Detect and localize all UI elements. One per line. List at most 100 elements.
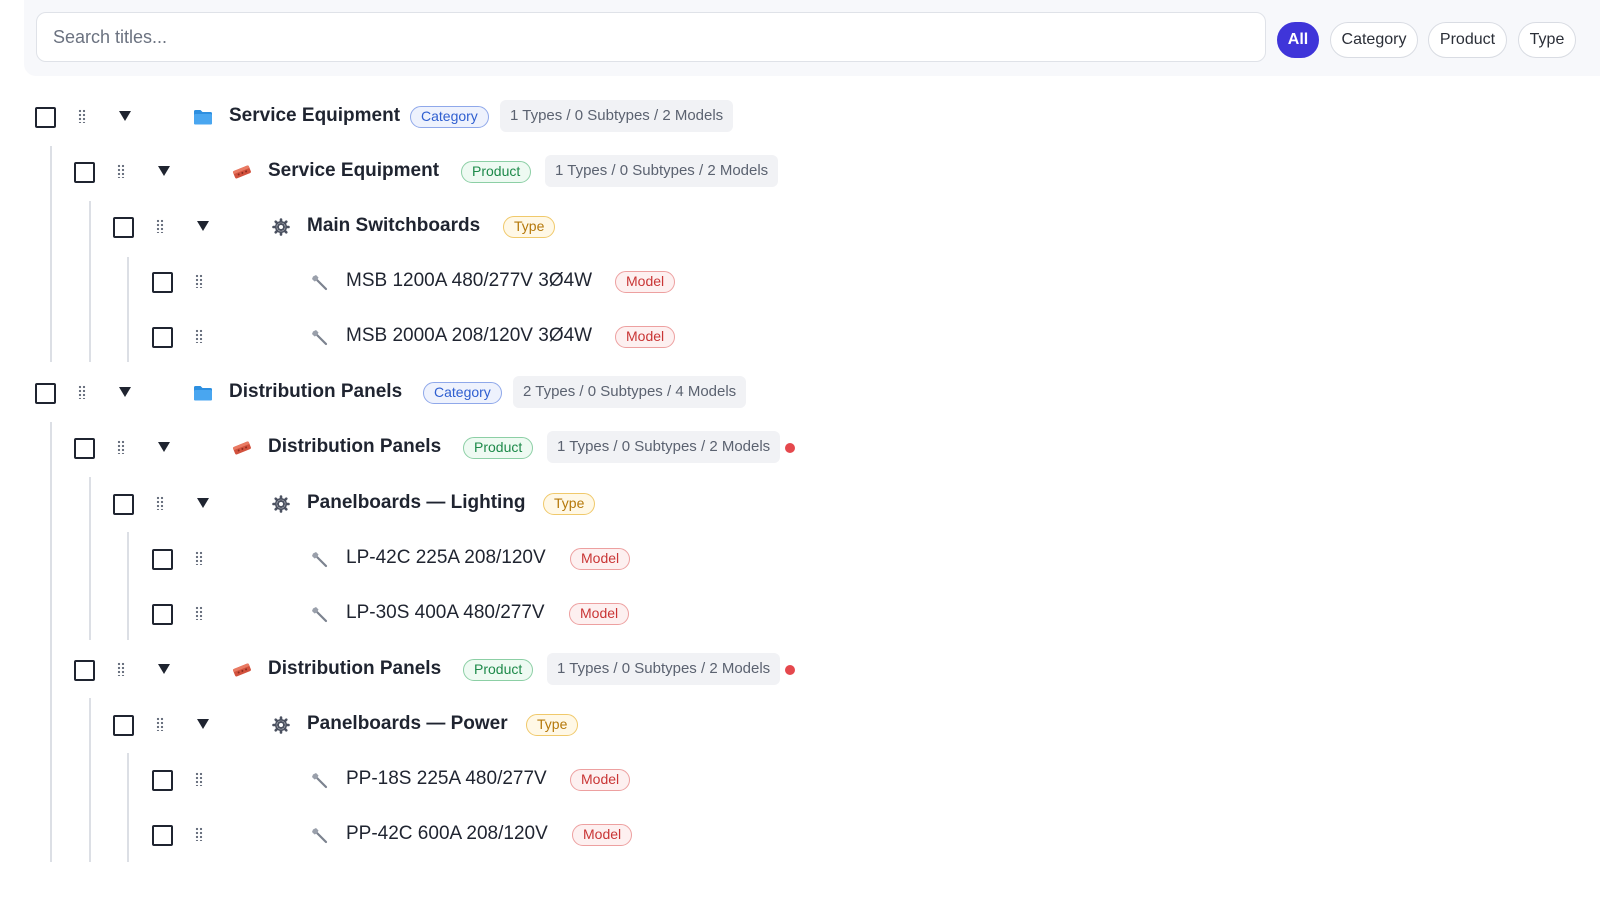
expand-toggle-icon[interactable] — [197, 719, 209, 729]
tree-row-product[interactable]: Distribution Panels Product 1 Types / 0 Su… — [0, 428, 1600, 468]
brick-icon — [232, 441, 251, 455]
search-input[interactable] — [36, 12, 1266, 62]
drag-handle-icon[interactable] — [195, 772, 203, 786]
row-checkbox[interactable] — [74, 438, 95, 459]
row-checkbox[interactable] — [113, 217, 134, 238]
filter-type-button[interactable]: Type — [1518, 22, 1576, 58]
row-checkbox[interactable] — [74, 660, 95, 681]
tree-row-model[interactable]: PP-42C 600A 208/120V Model — [0, 815, 1600, 855]
expand-toggle-icon[interactable] — [158, 166, 170, 176]
tree-guide-line — [127, 257, 129, 362]
expand-toggle-icon[interactable] — [158, 442, 170, 452]
model-badge: Model — [569, 603, 630, 625]
row-title: Panelboards — Lighting — [307, 492, 526, 513]
drag-handle-icon[interactable] — [195, 606, 203, 620]
wrench-icon — [312, 773, 328, 789]
filter-all-button[interactable]: All — [1277, 22, 1319, 58]
counts-summary: 2 Types / 0 Subtypes / 4 Models — [513, 376, 747, 408]
gear-icon — [272, 716, 290, 734]
row-checkbox[interactable] — [152, 770, 173, 791]
model-badge: Model — [572, 824, 633, 846]
counts-summary: 1 Types / 0 Subtypes / 2 Models — [547, 653, 781, 685]
product-badge: Product — [463, 659, 534, 681]
row-checkbox[interactable] — [74, 162, 95, 183]
row-title: Distribution Panels — [268, 658, 442, 679]
tree-row-product[interactable]: Service Equipment Product 1 Types / 0 Subt… — [0, 152, 1600, 192]
tree-row-model[interactable]: LP-42C 225A 208/120V Model — [0, 539, 1600, 579]
brick-icon — [232, 663, 251, 677]
tree-guide-line — [50, 422, 52, 862]
drag-handle-icon[interactable] — [195, 827, 203, 841]
row-title: Distribution Panels — [268, 436, 442, 457]
category-badge: Category — [423, 382, 502, 404]
drag-handle-icon[interactable] — [78, 385, 86, 399]
product-badge: Product — [461, 161, 532, 183]
drag-handle-icon[interactable] — [78, 109, 86, 123]
row-title: MSB 2000A 208/120V 3Ø4W — [346, 325, 593, 346]
expand-toggle-icon[interactable] — [197, 221, 209, 231]
tree-row-model[interactable]: MSB 1200A 480/277V 3Ø4W Model — [0, 262, 1600, 302]
tree-guide-line — [89, 698, 91, 862]
row-checkbox[interactable] — [152, 327, 173, 348]
drag-handle-icon[interactable] — [117, 440, 125, 454]
row-checkbox[interactable] — [152, 604, 173, 625]
brick-icon — [232, 165, 251, 179]
tree-row-type[interactable]: Panelboards — Power Type — [0, 705, 1600, 745]
folder-icon — [194, 110, 212, 125]
row-checkbox[interactable] — [113, 494, 134, 515]
status-dot — [785, 443, 795, 453]
status-dot — [785, 665, 795, 675]
model-badge: Model — [615, 271, 676, 293]
expand-toggle-icon[interactable] — [119, 387, 131, 397]
row-checkbox[interactable] — [35, 383, 56, 404]
drag-handle-icon[interactable] — [117, 662, 125, 676]
folder-icon — [194, 386, 212, 401]
gear-icon — [272, 218, 290, 236]
drag-handle-icon[interactable] — [195, 329, 203, 343]
filter-toolbar: All Category Product Type — [24, 0, 1600, 76]
row-title: PP-42C 600A 208/120V — [346, 823, 548, 844]
counts-summary: 1 Types / 0 Subtypes / 2 Models — [547, 431, 781, 463]
row-title: PP-18S 225A 480/277V — [346, 768, 547, 789]
row-checkbox[interactable] — [152, 549, 173, 570]
drag-handle-icon[interactable] — [156, 219, 164, 233]
row-checkbox[interactable] — [152, 825, 173, 846]
counts-summary: 1 Types / 0 Subtypes / 2 Models — [500, 100, 734, 132]
wrench-icon — [312, 607, 328, 623]
model-badge: Model — [570, 548, 631, 570]
row-checkbox[interactable] — [113, 715, 134, 736]
drag-handle-icon[interactable] — [195, 551, 203, 565]
tree-row-category[interactable]: Service Equipment Category 1 Types / 0 Sub… — [0, 97, 1600, 137]
tree-row-product[interactable]: Distribution Panels Product 1 Types / 0 Su… — [0, 650, 1600, 690]
tree-guide-line — [89, 201, 91, 362]
model-badge: Model — [570, 769, 631, 791]
gear-icon — [272, 495, 290, 513]
counts-summary: 1 Types / 0 Subtypes / 2 Models — [545, 155, 779, 187]
type-badge: Type — [526, 714, 579, 736]
tree-row-type[interactable]: Panelboards — Lighting Type — [0, 484, 1600, 524]
product-badge: Product — [463, 437, 534, 459]
expand-toggle-icon[interactable] — [119, 111, 131, 121]
drag-handle-icon[interactable] — [156, 496, 164, 510]
row-title: Service Equipment — [229, 105, 401, 126]
expand-toggle-icon[interactable] — [197, 498, 209, 508]
filter-product-button[interactable]: Product — [1428, 22, 1507, 58]
row-title: Main Switchboards — [307, 215, 481, 236]
drag-handle-icon[interactable] — [156, 717, 164, 731]
tree-row-model[interactable]: PP-18S 225A 480/277V Model — [0, 760, 1600, 800]
expand-toggle-icon[interactable] — [158, 664, 170, 674]
wrench-icon — [312, 828, 328, 844]
row-checkbox[interactable] — [152, 272, 173, 293]
tree-row-model[interactable]: LP-30S 400A 480/277V Model — [0, 594, 1600, 634]
drag-handle-icon[interactable] — [117, 164, 125, 178]
tree-row-category[interactable]: Distribution Panels Category 2 Types / 0 S… — [0, 373, 1600, 413]
row-checkbox[interactable] — [35, 107, 56, 128]
row-title: LP-42C 225A 208/120V — [346, 547, 546, 568]
model-badge: Model — [615, 326, 676, 348]
category-badge: Category — [410, 106, 489, 128]
tree-row-model[interactable]: MSB 2000A 208/120V 3Ø4W Model — [0, 317, 1600, 357]
row-title: Panelboards — Power — [307, 713, 508, 734]
filter-category-button[interactable]: Category — [1330, 22, 1418, 58]
tree-row-type[interactable]: Main Switchboards Type — [0, 207, 1600, 247]
drag-handle-icon[interactable] — [195, 274, 203, 288]
